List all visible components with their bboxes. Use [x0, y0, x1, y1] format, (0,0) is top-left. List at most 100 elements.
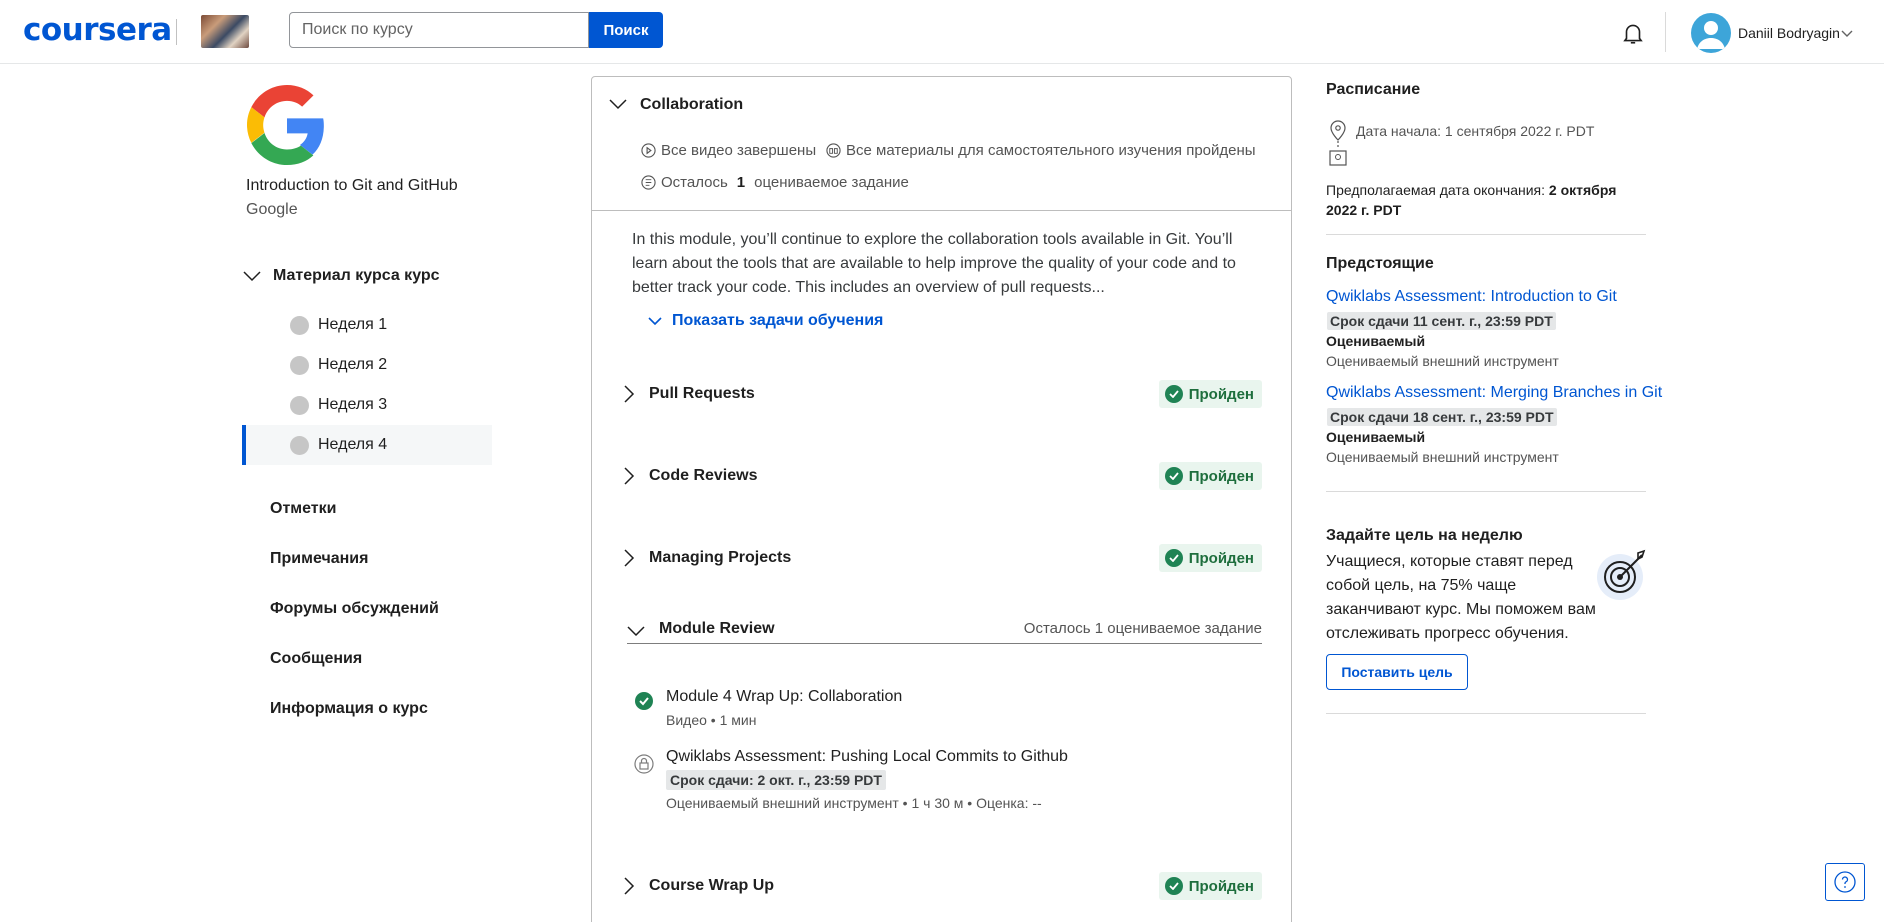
avatar[interactable] [1691, 13, 1731, 53]
search-button[interactable]: Поиск [589, 12, 663, 48]
upcoming-item-link[interactable]: Qwiklabs Assessment: Merging Branches in… [1326, 384, 1662, 402]
upcoming-item-type: Оцениваемый [1326, 429, 1426, 445]
lesson-pull-requests[interactable]: Pull Requests Пройден [622, 379, 1262, 409]
stat-readings: Все материалы для самостоятельного изуче… [826, 142, 1256, 159]
upcoming-item-type: Оцениваемый [1326, 333, 1426, 349]
check-circle-icon [1164, 467, 1183, 485]
status-badge: Пройден [1158, 872, 1262, 900]
module-title[interactable]: Collaboration [640, 96, 743, 114]
nav-messages[interactable]: Сообщения [270, 650, 362, 668]
upcoming-item-sub: Оцениваемый внешний инструмент [1326, 353, 1559, 369]
status-label: Пройден [1188, 467, 1254, 485]
status-badge: Пройден [1158, 380, 1262, 408]
item-title: Qwiklabs Assessment: Pushing Local Commi… [666, 748, 1068, 765]
chevron-right-icon [624, 877, 635, 895]
module-review-header[interactable]: Module Review Осталось 1 оцениваемое зад… [627, 614, 1262, 644]
sidebar-item-week-3[interactable]: Неделя 3 [242, 385, 492, 425]
stat-remaining: Осталось 1 оцениваемое задание [641, 174, 909, 191]
upcoming-item-sub: Оцениваемый внешний инструмент [1326, 449, 1559, 465]
divider [1326, 713, 1646, 714]
status-label: Пройден [1188, 877, 1254, 895]
stat-remaining-prefix: Осталось [661, 174, 728, 191]
set-goal-button[interactable]: Поставить цель [1326, 654, 1468, 690]
status-badge: Пройден [1158, 462, 1262, 490]
google-logo [247, 85, 324, 165]
sidebar-item-week-1[interactable]: Неделя 1 [242, 305, 492, 345]
due-date-badge: Срок сдачи 11 сент. г., 23:59 PDT [1327, 312, 1556, 330]
list-item-wrap-up-video[interactable]: Module 4 Wrap Up: Collaboration Видео • … [634, 688, 1254, 732]
location-pin-icon [1329, 120, 1347, 166]
schedule-end-prefix: Предполагаемая дата окончания: [1326, 182, 1546, 198]
check-circle-icon [635, 692, 653, 710]
schedule-end: Предполагаемая дата окончания: 2 октября… [1326, 180, 1646, 220]
lesson-course-wrap-up[interactable]: Course Wrap Up Пройден [622, 871, 1262, 901]
week-label: Неделя 3 [318, 396, 388, 413]
check-circle-icon [1164, 385, 1183, 403]
assignment-icon [641, 175, 656, 190]
week-status-dot [290, 316, 309, 335]
week-label: Неделя 2 [318, 356, 388, 373]
lesson-code-reviews[interactable]: Code Reviews Пройден [622, 461, 1262, 491]
status-label: Пройден [1188, 385, 1254, 403]
search-input[interactable] [289, 12, 589, 48]
nav-grades[interactable]: Отметки [270, 500, 336, 518]
top-header: coursera Поиск Daniil Bodryagin [0, 0, 1884, 64]
check-circle-icon [1164, 877, 1183, 895]
chevron-right-icon [624, 549, 635, 567]
schedule-start: Дата начала: 1 сентября 2022 г. PDT [1356, 123, 1595, 139]
nav-course-info[interactable]: Информация о курс [270, 700, 428, 718]
stat-remaining-suffix: оцениваемое задание [754, 174, 909, 191]
stat-readings-text: Все материалы для самостоятельного изуче… [846, 142, 1256, 159]
upcoming-item-link[interactable]: Qwiklabs Assessment: Introduction to Git [1326, 288, 1617, 306]
target-icon [1597, 549, 1646, 600]
lesson-title: Managing Projects [649, 549, 792, 566]
divider [1326, 234, 1646, 235]
nav-discussion-forums[interactable]: Форумы обсуждений [270, 600, 439, 618]
chevron-down-icon[interactable] [243, 267, 261, 285]
item-meta: Видео • 1 мин [666, 712, 757, 728]
module-description: In this module, you’ll continue to explo… [632, 231, 1236, 296]
status-label: Пройден [1188, 549, 1254, 567]
chevron-down-icon [627, 626, 645, 637]
course-org: Google [246, 201, 298, 218]
goal-title: Задайте цель на неделю [1326, 527, 1523, 544]
divider [1326, 491, 1646, 492]
show-tasks-label: Показать задачи обучения [672, 312, 884, 329]
chevron-down-icon[interactable] [609, 97, 627, 111]
status-badge: Пройден [1158, 544, 1262, 572]
coursera-logo[interactable]: coursera [23, 12, 172, 48]
lesson-managing-projects[interactable]: Managing Projects Пройден [622, 543, 1262, 573]
module-panel: Collaboration Все видео завершены Все ма… [591, 76, 1292, 922]
course-materials-toggle[interactable]: Материал курса курс [273, 267, 440, 285]
list-item-pushing-commits[interactable]: Qwiklabs Assessment: Pushing Local Commi… [634, 748, 1254, 812]
module-review-title: Module Review [659, 620, 775, 637]
stat-videos: Все видео завершены [641, 142, 816, 159]
chevron-right-icon [624, 467, 635, 485]
course-thumbnail[interactable] [201, 15, 249, 48]
course-title[interactable]: Introduction to Git and GitHub [246, 177, 458, 195]
item-title: Module 4 Wrap Up: Collaboration [666, 688, 903, 705]
nav-notes[interactable]: Примечания [270, 550, 368, 568]
sidebar-item-week-4[interactable]: Неделя 4 [242, 425, 492, 465]
module-header: Collaboration Все видео завершены Все ма… [592, 77, 1291, 211]
stat-videos-text: Все видео завершены [661, 142, 817, 159]
due-date-badge: Срок сдачи: 2 окт. г., 23:59 PDT [666, 770, 886, 790]
show-learning-objectives-link[interactable]: Показать задачи обучения [648, 312, 883, 330]
reading-icon [826, 143, 841, 158]
bell-icon[interactable] [1620, 20, 1646, 46]
due-date-badge: Срок сдачи 18 сент. г., 23:59 PDT [1327, 408, 1557, 426]
schedule-title: Расписание [1326, 81, 1421, 98]
upcoming-title: Предстоящие [1326, 255, 1434, 272]
chevron-down-icon[interactable] [1841, 27, 1853, 41]
goal-text: Учащиеся, которые ставят перед собой цел… [1326, 553, 1596, 642]
user-name[interactable]: Daniil Bodryagin [1738, 25, 1840, 41]
header-divider [176, 19, 177, 45]
item-meta: Оцениваемый внешний инструмент • 1 ч 30 … [666, 795, 1042, 811]
lock-icon [634, 754, 654, 774]
week-status-dot [290, 356, 309, 375]
play-circle-icon [641, 143, 656, 158]
week-status-dot [290, 436, 309, 455]
week-label: Неделя 4 [318, 436, 388, 453]
help-button[interactable] [1825, 863, 1865, 901]
sidebar-item-week-2[interactable]: Неделя 2 [242, 345, 492, 385]
